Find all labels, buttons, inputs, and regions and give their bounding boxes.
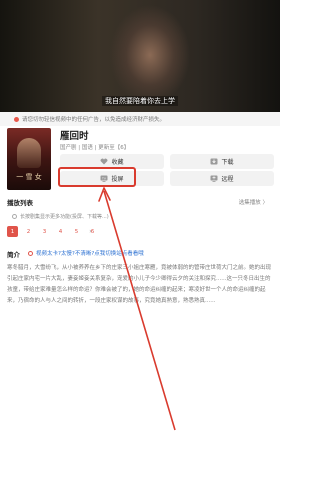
switch-source-text: 视频太卡?太慢?不清晰?点我切换站点看看哦: [36, 251, 144, 257]
notice-icon: [14, 116, 19, 122]
playlist-heading: 播放列表: [7, 199, 33, 207]
playlist-tip: 长按剧集显示更多功能(投屏、下载等...): [12, 213, 109, 220]
episode-item[interactable]: 5: [71, 226, 82, 237]
video-subtitle: 我自然要陪着你去上学: [0, 96, 280, 106]
favorite-label: 收藏: [111, 159, 124, 166]
poster-figure: [17, 138, 41, 168]
chevron-right-icon[interactable]: ›: [85, 226, 96, 237]
alert-icon: [28, 250, 33, 256]
remote-button[interactable]: 远程: [170, 171, 274, 186]
download-button[interactable]: 下载: [170, 154, 274, 169]
poster-title: 一 雪 女: [16, 173, 42, 181]
episode-item[interactable]: 2: [23, 226, 34, 237]
download-icon: [210, 158, 218, 165]
video-player[interactable]: 我自然要陪着你去上学: [0, 0, 280, 112]
poster-image: 一 雪 女: [7, 128, 51, 190]
subtitle-text: 我自然要陪着你去上学: [102, 96, 178, 106]
remote-label: 远程: [221, 176, 234, 183]
download-label: 下载: [221, 159, 234, 166]
cast-highlight-box: [58, 167, 136, 187]
remote-icon: [210, 175, 218, 182]
notice-text: 请您切勿轻信视频中的任何广告，以免造成经济财产损失。: [22, 117, 166, 123]
episode-item[interactable]: 1: [7, 226, 18, 237]
intro-heading: 简介: [7, 251, 20, 259]
playlist-tip-text: 长按剧集显示更多功能(投屏、下载等...): [20, 214, 109, 220]
notice-bar: 请您切勿轻信视频中的任何广告，以免造成经济财产损失。: [0, 112, 280, 126]
show-title: 雁回时: [60, 131, 89, 142]
episode-select-link[interactable]: 选集播放 〉: [239, 198, 268, 206]
episode-item[interactable]: 4: [55, 226, 66, 237]
episode-item[interactable]: 3: [39, 226, 50, 237]
intro-description: 寒冬腊月，大雪纷飞，从小被养养在乡下的庄家三小姐庄寒雁，竟被体弱的的管带庄世荷大…: [7, 265, 272, 304]
switch-source-link[interactable]: 视频太卡?太慢?不清晰?点我切换站点看看哦: [28, 249, 144, 257]
heart-icon: [100, 158, 108, 165]
info-icon: [12, 214, 17, 219]
show-meta: 国产剧 | 国语 | 更新至【6】: [60, 145, 130, 151]
